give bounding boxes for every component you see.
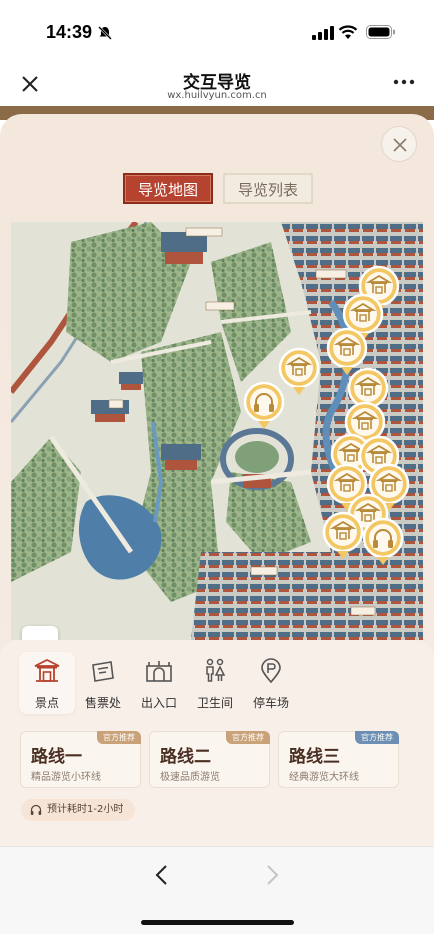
guide-map[interactable]: + − <box>11 222 423 640</box>
route-desc: 精品游览小环线 <box>31 772 101 783</box>
sheet-close-button[interactable] <box>381 126 417 162</box>
route-card-3[interactable]: 官方推荐 路线三 经典游览大环线 <box>278 731 399 788</box>
home-indicator[interactable] <box>141 920 294 925</box>
forward-arrow-icon[interactable] <box>262 863 282 887</box>
route-badge: 官方推荐 <box>97 731 141 744</box>
close-icon <box>393 138 407 152</box>
restroom-icon <box>206 658 226 682</box>
category-label: 停车场 <box>252 696 289 710</box>
gate-icon <box>146 661 172 682</box>
route-card-2[interactable]: 官方推荐 路线二 极速品质游览 <box>149 731 270 788</box>
poi-marker-pavilion[interactable] <box>322 511 364 561</box>
tab-guide-list[interactable]: 导览列表 <box>223 173 314 204</box>
back-arrow-icon[interactable] <box>152 863 172 887</box>
poi-markers <box>243 265 410 567</box>
page-url: wx.huilvyun.com.cn <box>167 90 267 101</box>
route-desc: 极速品质游览 <box>160 772 220 783</box>
home-area <box>0 906 434 934</box>
category-parking[interactable]: 停车场 <box>243 652 299 714</box>
battery-icon <box>366 25 395 39</box>
headphones-icon <box>30 804 42 815</box>
cellular-signal-icon <box>312 26 334 40</box>
guide-sheet: 导览地图 导览列表 景点 售票处 出入口 卫生间 停车场 官方推荐 路线一 精品… <box>0 114 434 846</box>
poi-marker-audio[interactable] <box>362 517 404 567</box>
wifi-icon <box>338 25 358 39</box>
duration-hint: 预计耗时1-2小时 <box>21 799 136 821</box>
poi-marker-pavilion[interactable] <box>278 347 320 397</box>
more-icon[interactable] <box>392 78 416 86</box>
browser-toolbar <box>0 846 434 906</box>
bell-slash-icon <box>98 26 112 40</box>
route-title: 路线三 <box>289 747 340 767</box>
status-time: 14:39 <box>46 22 93 42</box>
route-badge: 官方推荐 <box>355 731 399 744</box>
category-panel: 景点 售票处 出入口 卫生间 停车场 官方推荐 路线一 精品游览小环线 官方推荐… <box>0 640 434 846</box>
pavilion-icon <box>34 658 60 682</box>
route-desc: 经典游览大环线 <box>289 772 359 783</box>
ticket-icon <box>92 661 114 682</box>
nav-header: 交互导览 wx.huilvyun.com.cn <box>0 64 434 106</box>
route-title: 路线一 <box>31 747 82 767</box>
parking-icon <box>261 658 281 684</box>
route-card-1[interactable]: 官方推荐 路线一 精品游览小环线 <box>20 731 141 788</box>
poi-marker-audio[interactable] <box>243 381 285 431</box>
zoom-control: + − <box>22 626 58 640</box>
status-bar: 14:39 <box>0 0 434 64</box>
zoom-in-button[interactable]: + <box>22 626 58 640</box>
poi-marker-pavilion[interactable] <box>326 327 368 377</box>
duration-text: 预计耗时1-2小时 <box>47 804 124 815</box>
tab-guide-map[interactable]: 导览地图 <box>123 173 214 204</box>
route-badge: 官方推荐 <box>226 731 270 744</box>
route-title: 路线二 <box>160 747 211 767</box>
